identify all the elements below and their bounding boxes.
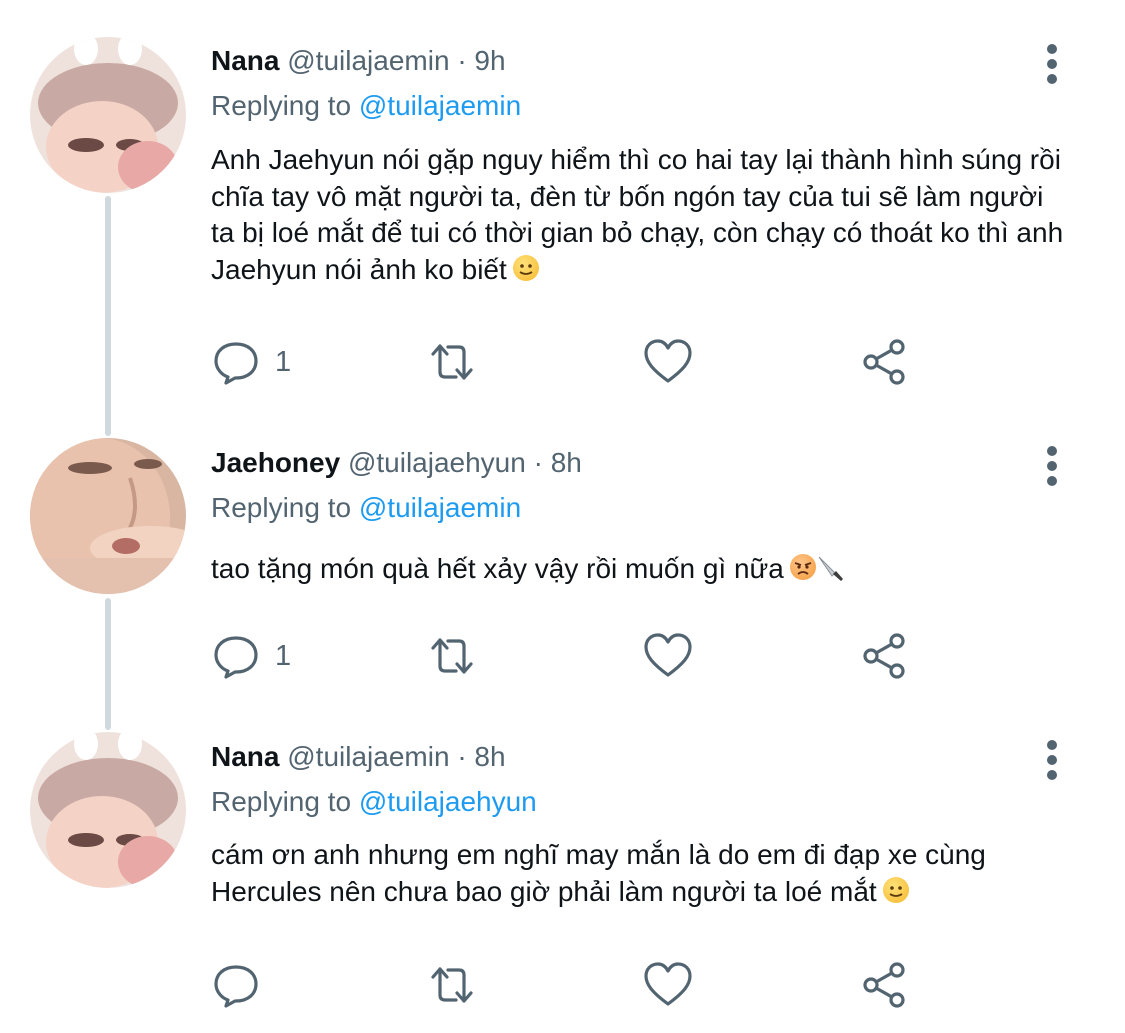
retweet-icon (431, 344, 473, 380)
user-handle[interactable]: @tuilajaehyun (348, 447, 526, 478)
reply-icon (214, 636, 258, 679)
tweet-text-body: Anh Jaehyun nói gặp nguy hiểm thì co hai… (211, 144, 1064, 285)
timestamp[interactable]: 9h (474, 45, 505, 76)
heart-icon (644, 633, 692, 677)
reply-button[interactable] (211, 960, 261, 1010)
more-options-icon[interactable] (1045, 740, 1059, 780)
retweet-button[interactable] (427, 337, 477, 387)
more-options-icon[interactable] (1045, 44, 1059, 84)
reply-icon (214, 342, 258, 385)
knife-emoji (816, 554, 844, 582)
heart-icon (644, 962, 692, 1006)
display-name[interactable]: Nana (211, 741, 279, 772)
tweet-text-body: tao tặng món quà hết xảy vậy rồi muốn gì… (211, 553, 784, 584)
replying-to-label: Replying to (211, 90, 352, 121)
share-icon (863, 962, 905, 1008)
tweet[interactable]: Nana @tuilajaemin · 8h Replying to @tuil… (0, 720, 1125, 1033)
separator-dot: · (457, 45, 467, 76)
angry-face-emoji (789, 554, 816, 580)
share-button[interactable] (859, 337, 909, 387)
reply-icon (214, 965, 258, 1008)
heart-icon (644, 339, 692, 383)
avatar[interactable] (30, 37, 186, 193)
avatar[interactable] (30, 438, 186, 594)
retweet-button[interactable] (427, 960, 477, 1010)
reply-mention-link[interactable]: @tuilajaemin (359, 492, 521, 523)
tweet[interactable]: Jaehoney @tuilajaehyun · 8h Replying to … (0, 420, 1125, 720)
tweet-text: cám ơn anh nhưng em nghĩ may mắn là do e… (211, 837, 1065, 910)
like-button[interactable] (643, 960, 693, 1010)
tweet-text: Anh Jaehyun nói gặp nguy hiểm thì co hai… (211, 142, 1065, 288)
reply-button[interactable]: 1 (211, 337, 291, 387)
reply-button[interactable]: 1 (211, 631, 291, 681)
separator-dot: · (533, 447, 543, 478)
reply-count: 1 (275, 639, 292, 672)
tweet-text: tao tặng món quà hết xảy vậy rồi muốn gì… (211, 551, 1065, 588)
slightly-smiling-face-emoji (882, 876, 909, 903)
reply-mention-link[interactable]: @tuilajaehyun (359, 786, 537, 817)
retweet-button[interactable] (427, 631, 477, 681)
retweet-icon (431, 638, 473, 674)
user-handle[interactable]: @tuilajaemin (287, 45, 449, 76)
separator-dot: · (457, 741, 467, 772)
like-button[interactable] (643, 337, 693, 387)
display-name[interactable]: Jaehoney (211, 447, 340, 478)
more-options-icon[interactable] (1045, 446, 1059, 486)
reply-count: 1 (275, 345, 292, 378)
like-button[interactable] (643, 631, 693, 681)
share-button[interactable] (859, 960, 909, 1010)
reply-mention-link[interactable]: @tuilajaemin (359, 90, 521, 121)
slightly-smiling-face-emoji (512, 254, 539, 281)
avatar[interactable] (30, 732, 186, 888)
share-icon (863, 339, 905, 385)
retweet-icon (431, 967, 473, 1003)
display-name[interactable]: Nana (211, 45, 279, 76)
timestamp[interactable]: 8h (474, 741, 505, 772)
replying-to-label: Replying to (211, 492, 352, 523)
share-button[interactable] (859, 631, 909, 681)
share-icon (863, 633, 905, 679)
tweet-text-body: cám ơn anh nhưng em nghĩ may mắn là do e… (211, 839, 986, 907)
user-handle[interactable]: @tuilajaemin (287, 741, 449, 772)
tweet[interactable]: Nana @tuilajaemin · 9h Replying to @tuil… (0, 0, 1125, 420)
replying-to-label: Replying to (211, 786, 352, 817)
timestamp[interactable]: 8h (551, 447, 582, 478)
